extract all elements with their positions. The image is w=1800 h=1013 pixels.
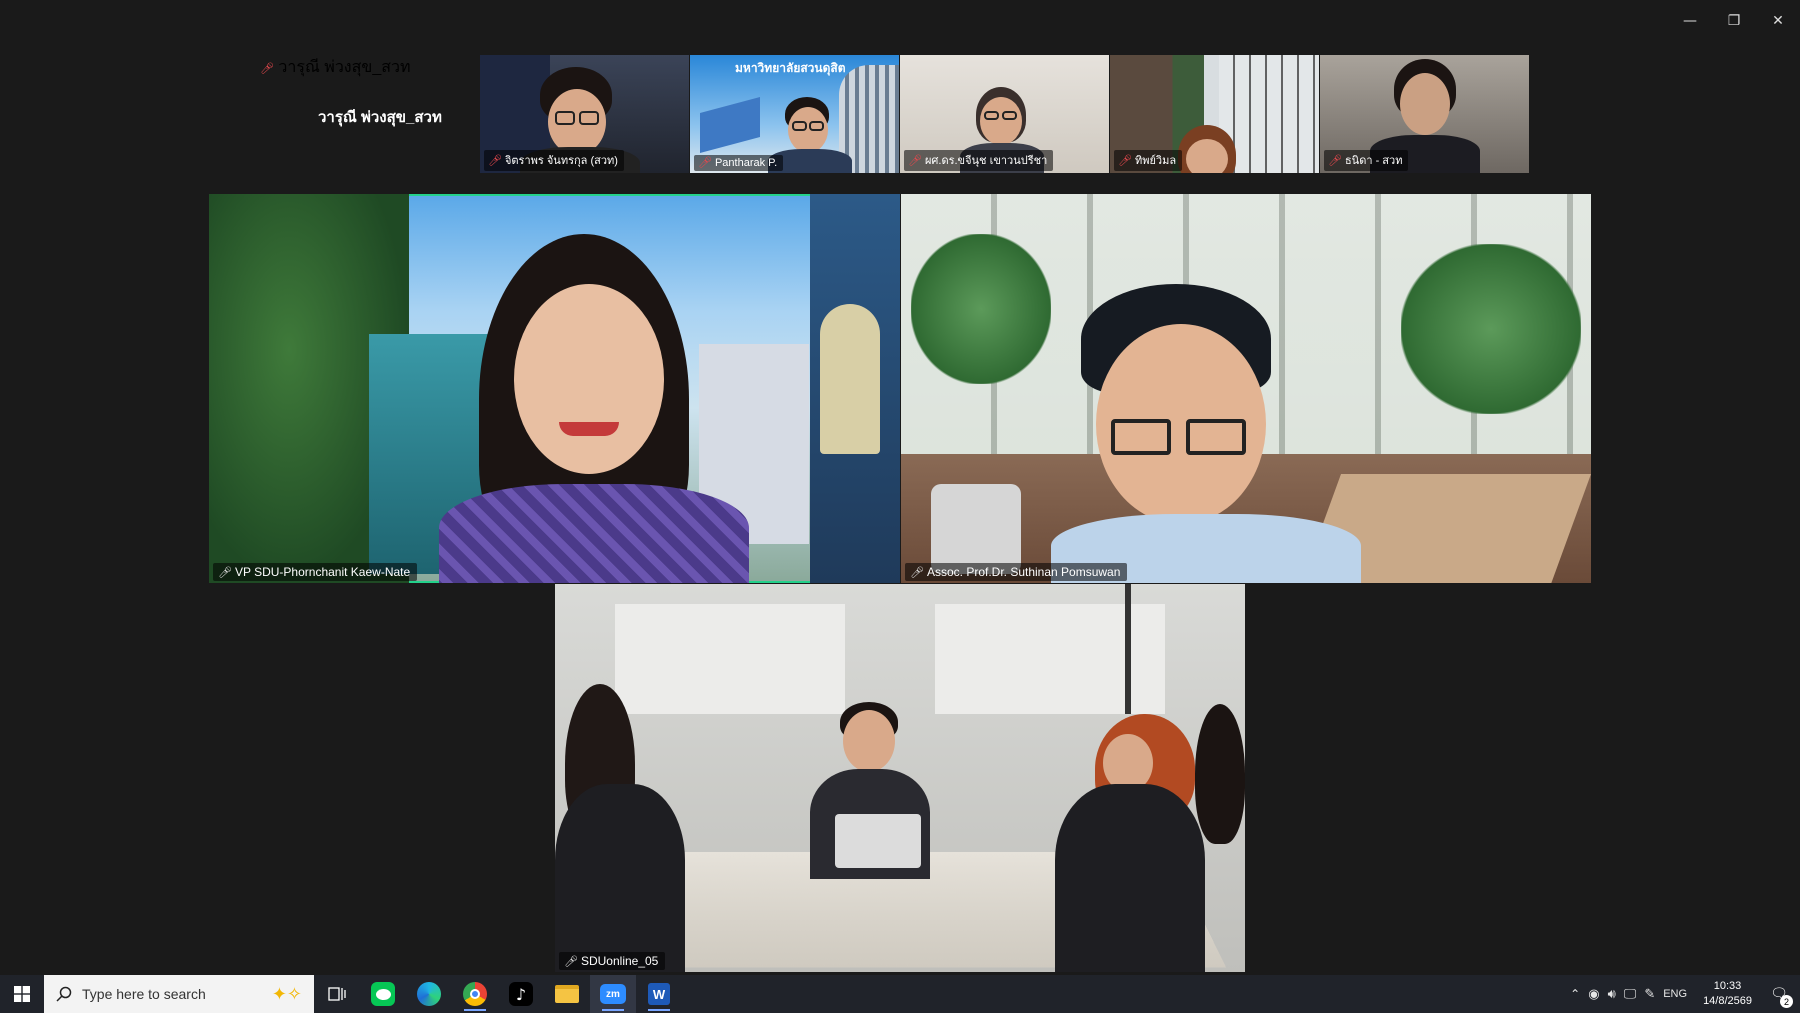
participant-tile[interactable]: 🎤︎ ธนิดา - สวท xyxy=(1320,55,1529,173)
close-button[interactable]: ✕ xyxy=(1756,8,1800,34)
task-view-icon xyxy=(328,987,346,1001)
name-tag: 🎤︎ SDUonline_05 xyxy=(559,952,666,970)
active-speaker-tile[interactable]: 🎤︎ VP SDU-Phornchanit Kaew-Nate xyxy=(209,194,900,583)
name-tag: 🎤︎ ผศ.ดร.ขจีนุช เขาวนปรีชา xyxy=(904,150,1054,171)
virtual-background-banner: มหาวิทยาลัยสวนดุสิต xyxy=(735,61,846,75)
clock[interactable]: 10:33 14/8/2569 xyxy=(1703,979,1752,1009)
participant-tile[interactable]: 🎤︎ Assoc. Prof.Dr. Suthinan Pomsuwan xyxy=(901,194,1591,583)
volume-icon[interactable]: 🔊︎ xyxy=(1608,987,1616,1002)
participant-name: ผศ.ดร.ขจีนุช เขาวนปรีชา xyxy=(924,155,1048,167)
zoom-meeting-window: — ❐ ✕ วารุณี พ่วงสุข_สวท 🎤︎ วารุณี พ่วงส… xyxy=(0,0,1800,975)
mic-muted-icon: 🎤︎ xyxy=(1118,153,1132,167)
name-tag: 🎤︎ ธนิดา - สวท xyxy=(1324,150,1409,171)
participant-name: ธนิดา - สวท xyxy=(1344,155,1403,167)
clock-date: 14/8/2569 xyxy=(1703,995,1752,1007)
mic-icon: 🎤︎ xyxy=(564,954,578,968)
name-tag: 🎤︎ VP SDU-Phornchanit Kaew-Nate xyxy=(213,563,418,581)
notification-center-button[interactable]: 🗨︎ 2 xyxy=(1768,983,1793,1008)
self-view-tile[interactable]: วารุณี พ่วงสุข_สวท 🎤︎ วารุณี พ่วงสุข_สวท xyxy=(260,55,480,173)
participant-tile[interactable]: 🎤︎ SDUonline_05 xyxy=(555,584,1245,972)
taskbar: Type here to search ✦✧ ♪ zm W ⌃ ◉ 🔊︎ 🖵︎ … xyxy=(0,975,1800,1013)
word-icon: W xyxy=(648,983,670,1005)
record-icon[interactable]: ◉ xyxy=(1588,987,1599,1002)
participant-name: SDUonline_05 xyxy=(580,954,659,968)
mic-muted-icon: 🎤︎ xyxy=(908,153,922,167)
tiktok-icon: ♪ xyxy=(509,982,533,1006)
name-tag: 🎤︎ จิตราพร จันทรกุล (สวท) xyxy=(484,150,624,171)
participant-tile[interactable]: 🎤︎ จิตราพร จันทรกุล (สวท) xyxy=(480,55,689,173)
mic-muted-icon: 🎤︎ xyxy=(260,62,274,75)
file-explorer-button[interactable] xyxy=(544,975,590,1013)
name-tag: 🎤︎ Pantharak P. xyxy=(694,155,784,171)
edge-app-button[interactable] xyxy=(406,975,452,1013)
participant-tile[interactable]: 🎤︎ ผศ.ดร.ขจีนุช เขาวนปรีชา xyxy=(900,55,1109,173)
taskbar-search-box[interactable]: Type here to search ✦✧ xyxy=(44,975,314,1013)
participant-name: ทิพย์วิมล xyxy=(1134,155,1177,167)
mic-muted-icon: 🎤︎ xyxy=(698,156,712,169)
line-icon xyxy=(371,982,395,1006)
sparkle-icon: ✦✧ xyxy=(271,983,302,1005)
line-app-button[interactable] xyxy=(360,975,406,1013)
participant-name: วารุณี พ่วงสุข_สวท xyxy=(278,59,411,76)
participant-name: Pantharak P. xyxy=(714,156,778,169)
tiktok-app-button[interactable]: ♪ xyxy=(498,975,544,1013)
search-placeholder: Type here to search xyxy=(82,986,206,1002)
name-tag: 🎤︎ ทิพย์วิมล xyxy=(1114,150,1183,171)
pen-icon[interactable]: ✎ xyxy=(1644,987,1655,1002)
name-tag: 🎤︎ วารุณี พ่วงสุข_สวท xyxy=(260,55,480,80)
chrome-icon xyxy=(463,982,487,1006)
folder-icon xyxy=(555,985,579,1003)
name-tag: 🎤︎ Assoc. Prof.Dr. Suthinan Pomsuwan xyxy=(905,563,1128,581)
window-controls: — ❐ ✕ xyxy=(1668,8,1800,34)
restore-button[interactable]: ❐ xyxy=(1712,8,1756,34)
network-icon[interactable]: 🖵︎ xyxy=(1624,987,1637,1002)
self-view-display-name: วารุณี พ่วงสุข_สวท xyxy=(318,109,442,126)
zoom-app-button[interactable]: zm xyxy=(590,975,636,1013)
search-icon xyxy=(56,986,72,1002)
participant-name: Assoc. Prof.Dr. Suthinan Pomsuwan xyxy=(926,565,1121,579)
system-tray: ⌃ ◉ 🔊︎ 🖵︎ ✎ ENG 10:33 14/8/2569 🗨︎ 2 xyxy=(1570,975,1800,1013)
mic-muted-icon: 🎤︎ xyxy=(1328,153,1342,167)
chrome-app-button[interactable] xyxy=(452,975,498,1013)
participant-name: จิตราพร จันทรกุล (สวท) xyxy=(504,155,618,167)
word-app-button[interactable]: W xyxy=(636,975,682,1013)
participant-name: VP SDU-Phornchanit Kaew-Nate xyxy=(234,565,411,579)
minimize-button[interactable]: — xyxy=(1668,8,1712,34)
participant-tile[interactable]: มหาวิทยาลัยสวนดุสิต 🎤︎ Pantharak P. xyxy=(690,55,899,173)
clock-time: 10:33 xyxy=(1713,980,1742,992)
task-view-button[interactable] xyxy=(314,975,360,1013)
mic-muted-icon: 🎤︎ xyxy=(488,153,502,167)
notification-count: 2 xyxy=(1780,995,1793,1008)
mic-icon: 🎤︎ xyxy=(910,565,924,579)
show-hidden-icons-chevron-icon[interactable]: ⌃ xyxy=(1570,987,1580,1001)
edge-icon xyxy=(417,982,441,1006)
zoom-icon: zm xyxy=(600,984,626,1004)
participant-tile[interactable]: 🎤︎ ทิพย์วิมล xyxy=(1110,55,1319,173)
start-button[interactable] xyxy=(0,975,44,1013)
windows-icon xyxy=(14,986,30,1002)
mic-icon: 🎤︎ xyxy=(218,565,232,579)
language-indicator[interactable]: ENG xyxy=(1663,988,1687,1000)
